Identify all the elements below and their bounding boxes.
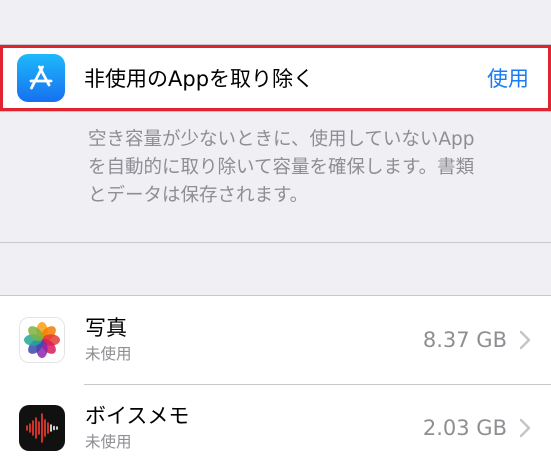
app-row-voice-memos[interactable]: ボイスメモ 未使用 2.03 GB [0, 384, 551, 472]
offload-description: 空き容量が少ないときに、使用していないApp を自動的に取り除いて容量を確保しま… [0, 112, 551, 242]
offload-unused-apps-row[interactable]: 非使用のAppを取り除く 使用 [0, 45, 551, 111]
section-spacer [0, 243, 551, 295]
app-name: 写真 [85, 316, 127, 340]
app-text: 写真 未使用 [85, 315, 423, 365]
app-list: 写真 未使用 8.37 GB ボイスメモ 未使用 2.03 GB [0, 296, 551, 472]
description-line: とデータは保存されます。 [88, 185, 309, 206]
photos-icon [19, 317, 65, 363]
app-store-icon [17, 54, 65, 102]
waveform-glyph [26, 413, 58, 443]
top-spacer [0, 0, 551, 44]
app-store-glyph [29, 65, 53, 90]
app-name: ボイスメモ [85, 404, 190, 428]
chevron-right-icon [519, 330, 531, 350]
app-last-used: 未使用 [85, 345, 132, 363]
enable-offload-button[interactable]: 使用 [487, 63, 529, 93]
photos-flower-glyph [24, 322, 60, 358]
app-size: 2.03 GB [422, 416, 507, 440]
description-line: 空き容量が少ないときに、使用していないApp [88, 129, 475, 150]
chevron-right-icon [519, 418, 531, 438]
description-line: を自動的に取り除いて容量を確保します。書類 [88, 157, 475, 178]
offload-label: 非使用のAppを取り除く [84, 67, 315, 91]
app-last-used: 未使用 [85, 433, 132, 451]
app-size: 8.37 GB [422, 328, 507, 352]
app-row-photos[interactable]: 写真 未使用 8.37 GB [0, 296, 551, 384]
voice-memos-icon [19, 405, 65, 451]
storage-settings-page: 非使用のAppを取り除く 使用 空き容量が少ないときに、使用していないApp を… [0, 0, 551, 472]
app-text: ボイスメモ 未使用 [85, 403, 423, 453]
